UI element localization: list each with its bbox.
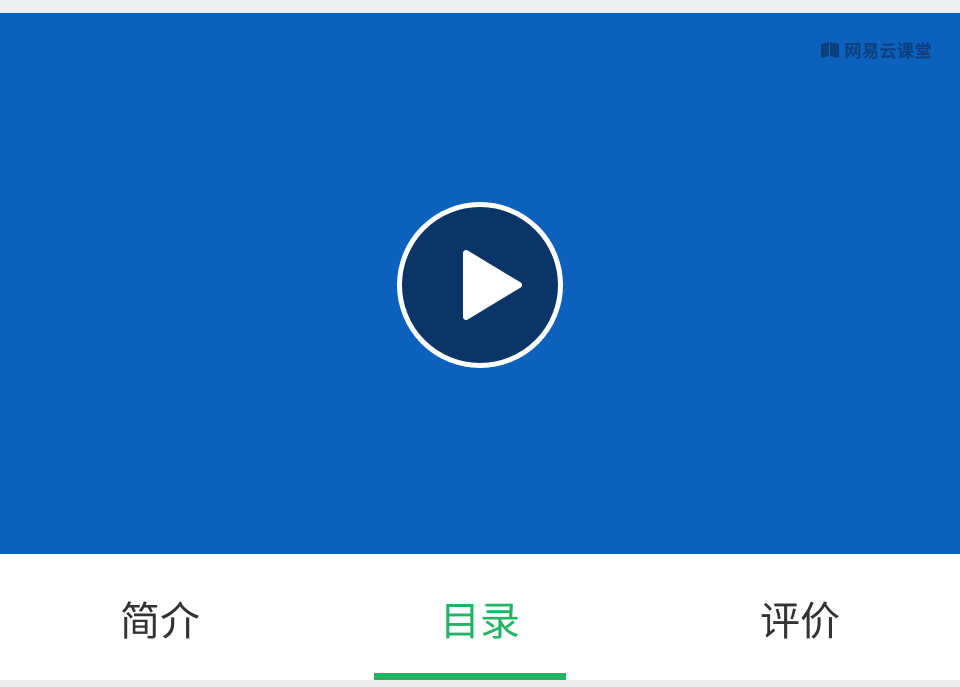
tab-review[interactable]: 评价 <box>640 554 960 682</box>
status-bar-strip <box>0 0 960 13</box>
play-button[interactable] <box>397 202 563 368</box>
video-player[interactable]: 网易云课堂 <box>0 13 960 554</box>
active-tab-indicator <box>374 673 566 680</box>
tab-intro[interactable]: 简介 <box>0 554 320 682</box>
play-icon <box>463 250 522 320</box>
brand-watermark: 网易云课堂 <box>819 37 933 62</box>
tab-catalog[interactable]: 目录 <box>320 554 640 682</box>
book-logo-icon <box>819 41 841 59</box>
bottom-divider <box>0 680 960 687</box>
tab-bar: 简介 目录 评价 <box>0 554 960 682</box>
watermark-text: 网易云课堂 <box>844 42 932 62</box>
